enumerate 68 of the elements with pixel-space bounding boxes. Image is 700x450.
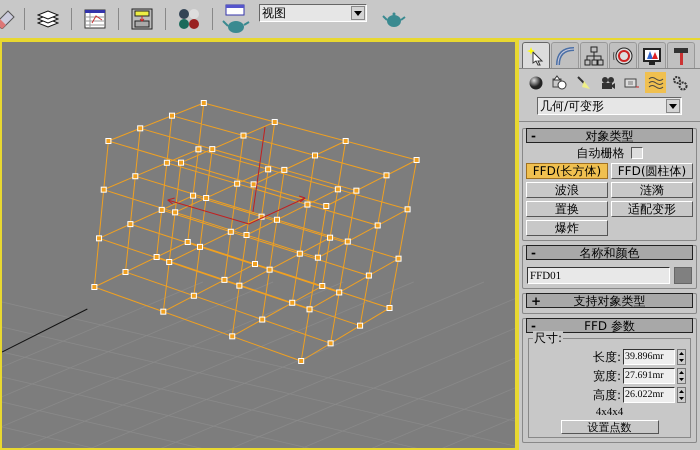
rollout-header[interactable]: + 支持对象类型 [526,293,693,308]
render-scene-button[interactable] [221,2,251,36]
separator [118,8,119,30]
spinner-label: 宽度: [592,370,621,382]
rollout-header[interactable]: - FFD 参数 [526,318,693,333]
category-button[interactable] [645,72,666,93]
spinner-label: 长度: [592,351,621,363]
gears-icon [672,74,688,90]
object-type-button[interactable]: FFD(长方体) [526,163,608,179]
object-name-field[interactable]: FFD01 [527,267,670,284]
monitor-icon [642,46,662,66]
spinner-arrows-icon[interactable] [677,349,686,365]
hierarchy-icon [584,46,604,66]
object-type-button[interactable]: 爆炸 [526,220,608,236]
view-dropdown[interactable]: 视图 [259,4,367,22]
wheel-icon [613,46,633,66]
rollout-title: 对象类型 [584,130,634,142]
rollout-title: 名称和颜色 [578,246,640,258]
command-tab[interactable] [522,42,550,68]
spinner-field[interactable]: 27.691mr [623,368,675,384]
object-color-swatch[interactable] [674,267,692,284]
object-type-button[interactable]: 适配变形 [611,201,693,217]
spinner-field[interactable]: 39.896mr [623,349,675,365]
spinner-field[interactable]: 26.022mr [623,387,675,403]
spinner-arrows-icon[interactable] [677,368,686,384]
camera-icon [600,74,616,90]
rollout-header[interactable]: - 对象类型 [526,128,693,143]
group-title: 尺寸: [533,331,564,345]
rollout-toggle[interactable]: - [527,320,547,332]
spinner-arrows-icon[interactable] [677,387,686,403]
shapes-icon [552,74,568,90]
spinner-label: 高度: [592,389,621,401]
spreadsheet-icon [84,8,106,30]
separator [71,8,72,30]
set-points-button[interactable]: 设置点数 [560,420,658,434]
curve-icon [555,46,575,66]
lattice-size-text: 4x4x4 [594,407,624,418]
command-tab[interactable] [580,42,608,68]
rollout-title: 支持对象类型 [572,294,646,306]
subcategory-dropdown[interactable]: 几何/可变形 [537,97,682,115]
object-type-button[interactable]: 置换 [526,201,608,217]
schematic-icon [131,8,153,30]
separator [212,8,213,30]
autogrid-label: 自动栅格 [576,147,624,159]
spotlight-icon [576,74,592,90]
teapot-window-icon [222,4,250,34]
autogrid-checkbox[interactable] [630,147,642,159]
cursor-star-icon [526,46,546,66]
command-tab[interactable] [667,42,695,68]
eraser-icon [0,9,16,29]
sphere-icon [528,74,544,90]
layers-icon [37,8,59,30]
rollout-toggle[interactable]: - [527,246,547,258]
rollout-toggle[interactable]: - [527,130,547,142]
material-balls-icon [177,7,201,31]
waves-icon [648,74,664,90]
rollout-title: FFD 参数 [583,320,636,332]
rollout-toggle[interactable]: + [527,294,547,306]
rollout-header[interactable]: - 名称和颜色 [526,245,693,260]
teapot-icon [382,10,406,28]
object-type-button[interactable]: FFD(圆柱体) [611,163,693,179]
object-type-button[interactable]: 波浪 [526,182,608,198]
command-tab[interactable] [609,42,637,68]
separator [24,8,25,30]
command-tab[interactable] [638,42,666,68]
hammer-icon [671,46,691,66]
object-type-button[interactable]: 涟漪 [611,182,693,198]
separator [165,8,166,30]
